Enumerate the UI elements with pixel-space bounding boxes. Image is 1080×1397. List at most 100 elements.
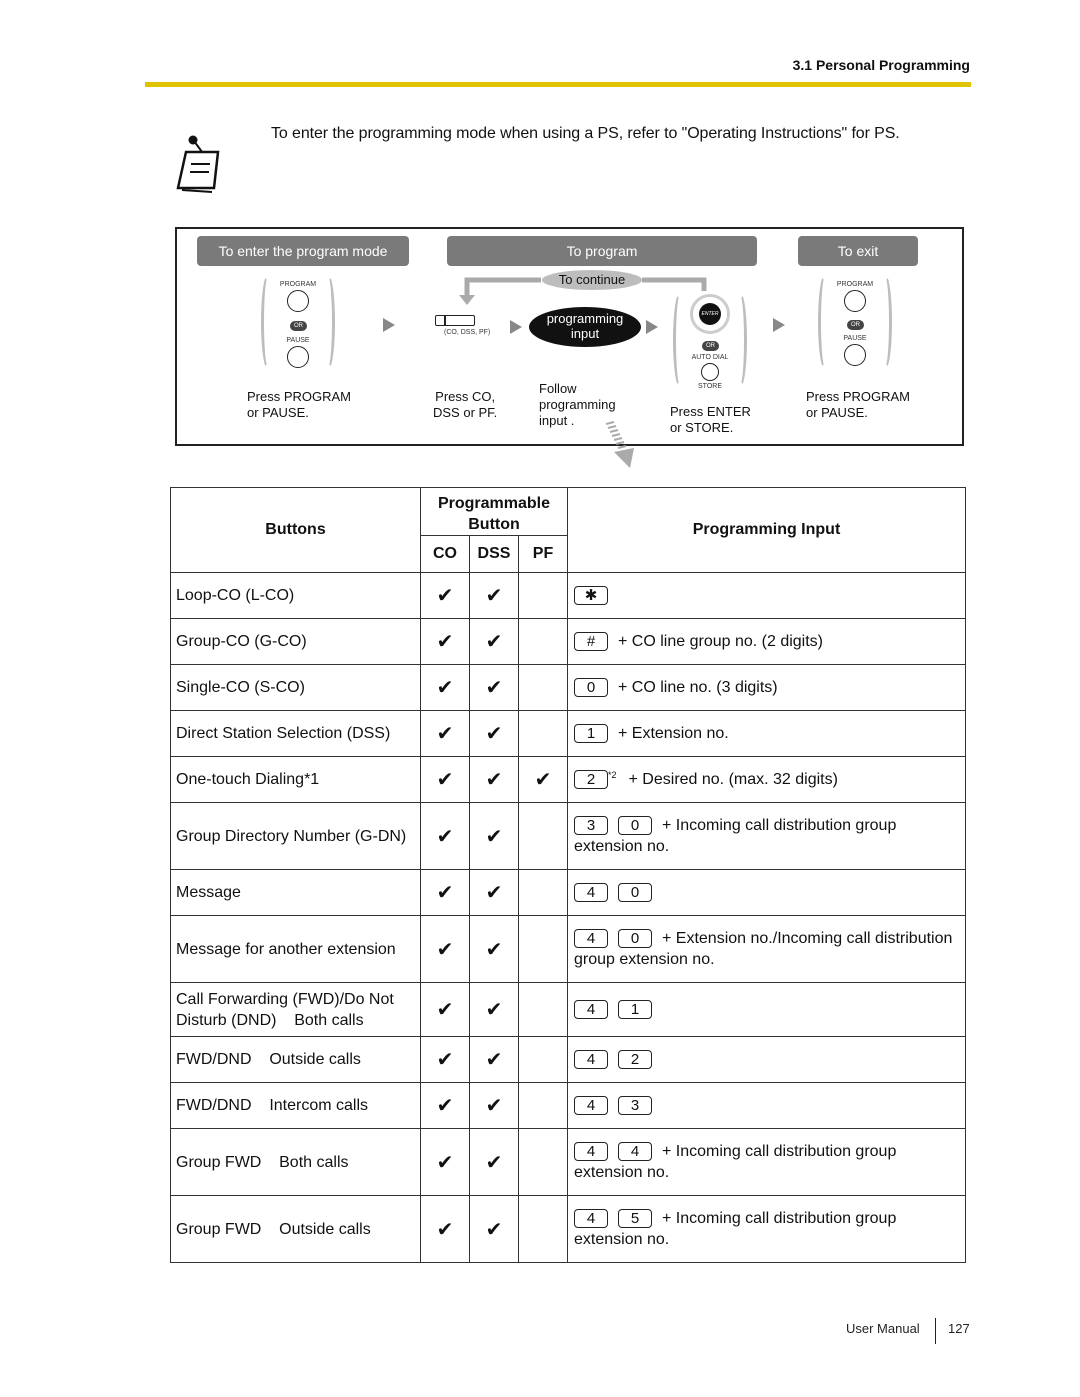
button-name-cell: FWD/DND Intercom calls <box>170 1082 421 1129</box>
table-row: Group Directory Number (G-DN) ✔ ✔ 3 0 + Incom… <box>170 802 966 870</box>
header-dss: DSS <box>469 535 519 573</box>
enter-key-icon: ENTER <box>699 303 721 325</box>
co-check-cell: ✔ <box>420 869 470 916</box>
pause-button-icon <box>844 344 866 366</box>
flow-arrow-icon <box>383 318 395 332</box>
programming-input-cell: ✱ <box>567 572 966 619</box>
programming-input-bubble: programming input <box>529 307 641 347</box>
dss-check-cell: ✔ <box>469 756 519 803</box>
co-check-cell: ✔ <box>420 756 470 803</box>
dial-key-icon: 2 <box>618 1050 652 1070</box>
co-check-cell: ✔ <box>420 572 470 619</box>
table-row: Group FWD Both calls ✔ ✔ 4 4 + Incoming call … <box>170 1128 966 1196</box>
table-row: Message for another extension ✔ ✔ 4 0 + Exten… <box>170 915 966 983</box>
pf-check-cell <box>518 1195 568 1263</box>
button-name-cell: Message for another extension <box>170 915 421 983</box>
stage-enter-program-mode: To enter the program mode <box>197 236 409 266</box>
dss-check-cell: ✔ <box>469 572 519 619</box>
pf-check-cell <box>518 802 568 870</box>
page-number: 127 <box>948 1321 970 1336</box>
dial-key-icon: 3 <box>574 816 608 836</box>
section-title: 3.1 Personal Programming <box>792 57 970 73</box>
caption-press-enter: Press ENTER or STORE. <box>670 404 751 435</box>
programming-input-cell: 42 <box>567 1036 966 1083</box>
table-row: Group FWD Outside calls ✔ ✔ 4 5 + Incoming ca… <box>170 1195 966 1263</box>
note-pin-icon <box>176 135 220 193</box>
button-name-cell: Direct Station Selection (DSS) <box>170 710 421 757</box>
footnote-marker: *2 <box>608 770 617 780</box>
dial-key-icon: ✱ <box>574 586 608 606</box>
dss-check-cell: ✔ <box>469 869 519 916</box>
programming-input-cell: 0 + CO line no. (3 digits) <box>567 664 966 711</box>
program-button-label: PROGRAM <box>836 281 874 288</box>
co-check-cell: ✔ <box>420 915 470 983</box>
auto-dial-label: AUTO DIAL <box>691 354 729 361</box>
dss-check-cell: ✔ <box>469 1195 519 1263</box>
co-check-cell: ✔ <box>420 1036 470 1083</box>
pf-check-cell <box>518 664 568 711</box>
dial-key-icon: 4 <box>618 1142 652 1162</box>
pf-check-cell: ✔ <box>518 756 568 803</box>
flow-arrow-icon <box>773 318 785 332</box>
input-description: + CO line no. (3 digits) <box>618 679 778 696</box>
header-pf: PF <box>518 535 568 573</box>
flexible-button-caption: (CO, DSS, PF) <box>444 329 491 336</box>
flow-arrow-icon <box>510 320 522 334</box>
programming-input-cell: 4 0 + Extension no./Incoming call distribu… <box>567 915 966 983</box>
caption-enter: Press PROGRAM or PAUSE. <box>247 389 352 420</box>
button-name-cell: Single-CO (S-CO) <box>170 664 421 711</box>
button-name-cell: Group FWD Both calls <box>170 1128 421 1196</box>
flow-arrow-icon <box>646 320 658 334</box>
co-check-cell: ✔ <box>420 982 470 1037</box>
programming-input-cell: 43 <box>567 1082 966 1129</box>
dial-key-icon: 0 <box>574 678 608 698</box>
dial-key-icon: 3 <box>618 1096 652 1116</box>
pause-button-icon <box>287 346 309 368</box>
table-row: Single-CO (S-CO) ✔ ✔ 0 + CO line no. (3 digi… <box>170 664 966 711</box>
co-check-cell: ✔ <box>420 1128 470 1196</box>
exit-mode-buttons: PROGRAM OR PAUSE <box>818 274 892 374</box>
pf-check-cell <box>518 915 568 983</box>
footer-label: User Manual <box>846 1321 920 1336</box>
store-button-icon <box>701 363 719 381</box>
programmable-buttons-table: Buttons Programmable Button Programming … <box>170 487 966 1263</box>
or-badge: OR <box>290 321 307 331</box>
program-button-icon <box>287 290 309 312</box>
caption-press-button: Press CO, DSS or PF. <box>433 389 498 420</box>
dial-key-icon: 4 <box>574 1050 608 1070</box>
button-name-cell: Group Directory Number (G-DN) <box>170 802 421 870</box>
table-row: Direct Station Selection (DSS) ✔ ✔ 1 + Exten… <box>170 710 966 757</box>
dial-key-icon: 2 <box>574 770 608 790</box>
co-check-cell: ✔ <box>420 1082 470 1129</box>
footer-divider <box>935 1318 936 1344</box>
note-text: To enter the programming mode when using… <box>271 125 900 142</box>
pf-check-cell <box>518 618 568 665</box>
or-badge: OR <box>702 341 719 351</box>
header-programmable-button: Programmable Button <box>420 487 568 536</box>
header-co: CO <box>420 535 470 573</box>
enter-mode-buttons: PROGRAM OR PAUSE <box>261 274 335 374</box>
programming-input-cell: # + CO line group no. (2 digits) <box>567 618 966 665</box>
dial-key-icon: 0 <box>618 816 652 836</box>
table-row: Message ✔ ✔ 4 0 <box>170 869 966 916</box>
store-label: STORE <box>698 383 722 390</box>
dial-key-icon: 4 <box>574 1000 608 1020</box>
input-description: + Extension no. <box>618 725 729 742</box>
header-rule <box>145 82 971 87</box>
co-check-cell: ✔ <box>420 1195 470 1263</box>
pf-check-cell <box>518 1082 568 1129</box>
enter-store-buttons: ENTER OR AUTO DIAL STORE <box>673 292 747 392</box>
dial-key-icon: 4 <box>574 883 608 903</box>
header-programming-input: Programming Input <box>567 487 966 573</box>
programming-input-cell: 41 <box>567 982 966 1037</box>
dial-key-icon: 1 <box>574 724 608 744</box>
pf-check-cell <box>518 572 568 619</box>
programming-input-cell: 3 0 + Incoming call distribution group ext… <box>567 802 966 870</box>
co-check-cell: ✔ <box>420 710 470 757</box>
pf-check-cell <box>518 710 568 757</box>
programming-input-cell: 4 4 + Incoming call distribution group ext… <box>567 1128 966 1196</box>
dial-key-icon: 4 <box>574 929 608 949</box>
dial-key-icon: 0 <box>618 883 652 903</box>
dss-check-cell: ✔ <box>469 1128 519 1196</box>
pf-check-cell <box>518 869 568 916</box>
